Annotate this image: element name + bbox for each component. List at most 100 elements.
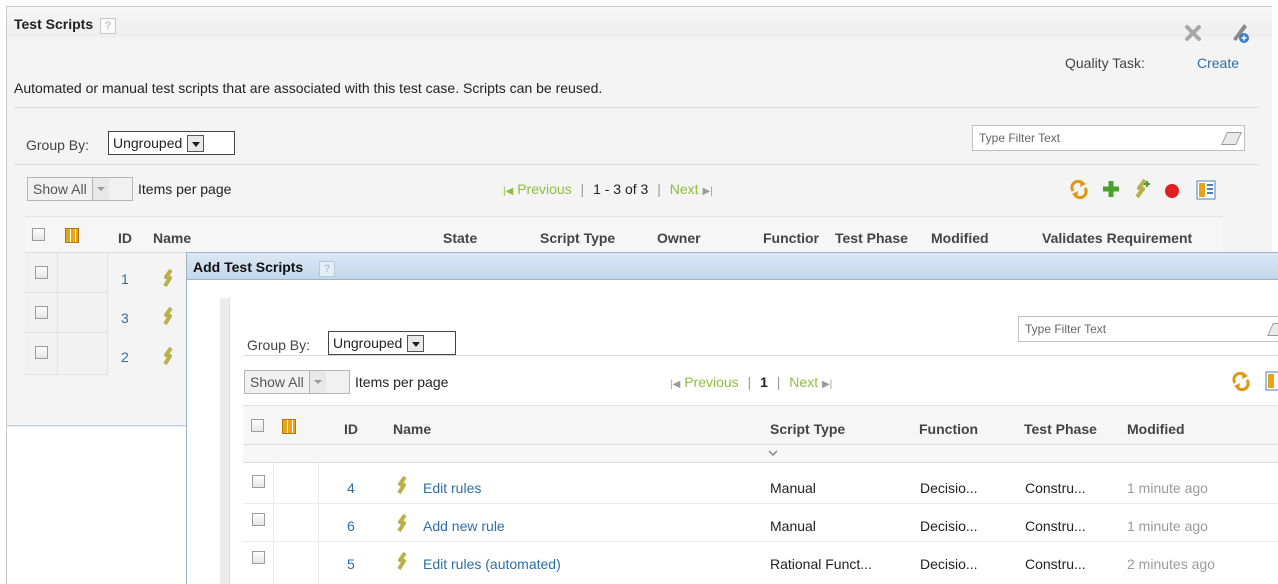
- quality-task-label: Quality Task:: [1065, 55, 1145, 71]
- dialog-table: ID Name Script Type Function Test Phase …: [243, 405, 1278, 584]
- column-header[interactable]: Script Type: [770, 421, 845, 437]
- script-icon: [163, 268, 173, 288]
- column-header[interactable]: State: [443, 230, 477, 246]
- show-all-select[interactable]: Show All: [244, 370, 350, 394]
- script-id-link[interactable]: 2: [121, 349, 129, 365]
- column-config-icon[interactable]: [1265, 371, 1278, 391]
- group-by-select[interactable]: Ungrouped: [328, 331, 456, 355]
- script-icon: [397, 475, 407, 495]
- chevron-down-icon: [91, 178, 109, 200]
- group-by-select[interactable]: Ungrouped: [108, 131, 235, 155]
- show-all-select[interactable]: Show All: [27, 177, 133, 201]
- script-icon: [397, 513, 407, 533]
- refresh-icon[interactable]: [1068, 178, 1090, 200]
- function: Decisio...: [920, 556, 978, 572]
- test-phase: Constru...: [1025, 518, 1086, 534]
- modified: 1 minute ago: [1127, 480, 1208, 496]
- column-header[interactable]: Functior: [763, 230, 828, 246]
- divider: [14, 164, 1259, 165]
- last-page-icon[interactable]: ▶|: [702, 186, 712, 197]
- filter-input[interactable]: Type Filter Text: [1018, 316, 1278, 342]
- divider: [14, 107, 1259, 108]
- script-id-link[interactable]: 5: [347, 556, 355, 572]
- help-icon[interactable]: ?: [100, 18, 116, 34]
- script-id-link[interactable]: 6: [347, 518, 355, 534]
- next-link[interactable]: Next: [789, 374, 818, 390]
- row-checkbox[interactable]: [252, 475, 265, 488]
- page-range: 1 - 3 of 3: [593, 181, 649, 197]
- previous-link[interactable]: Previous: [684, 374, 738, 390]
- page-number: 1: [760, 374, 768, 390]
- select-all-checkbox[interactable]: [32, 228, 45, 241]
- script-type: Manual: [770, 480, 816, 496]
- modified: 2 minutes ago: [1127, 556, 1215, 572]
- dialog-left-rail: [220, 298, 230, 584]
- first-page-icon[interactable]: |◀: [670, 379, 680, 390]
- script-id-link[interactable]: 3: [121, 310, 129, 326]
- column-picker-icon[interactable]: [65, 228, 79, 243]
- script-name-link[interactable]: Add new rule: [423, 518, 505, 534]
- script-icon: [163, 346, 173, 366]
- group-by-label: Group By:: [26, 137, 90, 153]
- script-type: Rational Funct...: [770, 556, 872, 572]
- chevron-down-icon: [308, 371, 326, 393]
- close-icon[interactable]: [1183, 23, 1203, 43]
- group-by-label: Group By:: [247, 337, 311, 353]
- script-id-link[interactable]: 1: [121, 271, 129, 287]
- test-phase: Constru...: [1025, 556, 1086, 572]
- column-header[interactable]: Test Phase: [1024, 421, 1097, 437]
- column-header[interactable]: ID: [118, 230, 132, 246]
- row-checkbox[interactable]: [252, 551, 265, 564]
- column-header[interactable]: Script Type: [540, 230, 615, 246]
- chevron-down-icon: [407, 334, 425, 352]
- column-header[interactable]: Name: [153, 230, 191, 246]
- remove-icon[interactable]: [1164, 183, 1180, 199]
- row-checkbox[interactable]: [35, 346, 48, 359]
- filter-input[interactable]: Type Filter Text: [972, 125, 1245, 151]
- add-icon[interactable]: [1101, 179, 1121, 199]
- column-header[interactable]: Name: [393, 421, 431, 437]
- dialog-title-bar[interactable]: [187, 252, 1278, 280]
- chevron-down-icon: [187, 134, 205, 152]
- function: Decisio...: [920, 518, 978, 534]
- edit-icon[interactable]: [1227, 20, 1251, 44]
- previous-link[interactable]: Previous: [517, 181, 571, 197]
- panel-title: Test Scripts ?: [14, 16, 116, 34]
- column-header[interactable]: Owner: [657, 230, 701, 246]
- last-page-icon[interactable]: ▶|: [822, 379, 832, 390]
- sort-chevron-icon[interactable]: [768, 450, 778, 458]
- script-icon: [163, 306, 173, 326]
- next-link[interactable]: Next: [670, 181, 699, 197]
- column-header[interactable]: Modified: [931, 230, 989, 246]
- script-id-link[interactable]: 4: [347, 480, 355, 496]
- row-checkbox[interactable]: [35, 266, 48, 279]
- script-name-link[interactable]: Edit rules (automated): [423, 556, 561, 572]
- first-page-icon[interactable]: |◀: [503, 186, 513, 197]
- pager: |◀ Previous | 1 - 3 of 3 | Next ▶|: [503, 181, 713, 197]
- column-header[interactable]: Test Phase: [835, 230, 929, 246]
- panel-description: Automated or manual test scripts that ar…: [14, 80, 603, 96]
- column-header[interactable]: Function: [919, 421, 978, 437]
- script-name-link[interactable]: Edit rules: [423, 480, 481, 496]
- row-checkbox[interactable]: [252, 513, 265, 526]
- add-script-icon[interactable]: [1130, 177, 1154, 201]
- function: Decisio...: [920, 480, 978, 496]
- script-type: Manual: [770, 518, 816, 534]
- column-config-icon[interactable]: [1196, 180, 1216, 200]
- create-quality-task-link[interactable]: Create: [1197, 55, 1239, 71]
- select-all-checkbox[interactable]: [251, 419, 264, 432]
- help-icon[interactable]: ?: [319, 261, 336, 277]
- column-header[interactable]: ID: [344, 421, 358, 437]
- row-checkbox[interactable]: [35, 306, 48, 319]
- test-phase: Constru...: [1025, 480, 1086, 496]
- divider: [7, 425, 187, 427]
- column-header[interactable]: Modified: [1127, 421, 1185, 437]
- pager: |◀ Previous | 1 | Next ▶|: [670, 374, 833, 390]
- column-picker-icon[interactable]: [282, 419, 296, 434]
- script-icon: [397, 551, 407, 571]
- column-header[interactable]: Validates Requirement: [1042, 230, 1222, 246]
- modified: 1 minute ago: [1127, 518, 1208, 534]
- dialog-title: Add Test Scripts ?: [193, 259, 336, 277]
- add-test-scripts-dialog: Add Test Scripts ? Group By: Ungrouped T…: [186, 252, 1278, 584]
- refresh-icon[interactable]: [1230, 370, 1252, 392]
